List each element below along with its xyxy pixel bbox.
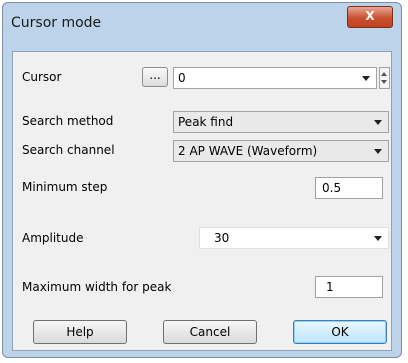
close-button[interactable]: X	[347, 6, 393, 28]
minimum-step-field[interactable]: 0.5	[315, 177, 383, 199]
search-channel-select[interactable]: 2 AP WAVE (Waveform)	[173, 140, 389, 162]
search-method-label: Search method	[22, 114, 114, 128]
spin-up-icon[interactable]	[381, 72, 387, 76]
cursor-mode-dialog: Cursor mode X Cursor ... 0 Search method…	[2, 2, 402, 358]
amplitude-label: Amplitude	[22, 231, 84, 245]
cursor-spinner[interactable]	[379, 67, 390, 89]
dialog-title: Cursor mode	[11, 15, 102, 31]
max-width-label: Maximum width for peak	[22, 280, 172, 294]
amplitude-select[interactable]: 30	[199, 227, 389, 249]
cursor-browse-button[interactable]: ...	[142, 67, 168, 87]
max-width-value: 1	[326, 280, 334, 294]
search-method-value: Peak find	[178, 115, 234, 129]
max-width-field[interactable]: 1	[315, 276, 383, 298]
amplitude-value: 30	[214, 231, 230, 245]
dialog-body: Cursor ... 0 Search method Peak find Sea…	[12, 51, 392, 351]
chevron-down-icon	[374, 236, 382, 241]
cursor-label: Cursor	[22, 70, 62, 84]
ok-button[interactable]: OK	[293, 320, 387, 344]
chevron-down-icon	[362, 76, 370, 81]
cancel-button[interactable]: Cancel	[163, 320, 257, 344]
ellipsis-icon: ...	[149, 68, 161, 82]
cursor-select[interactable]: 0	[173, 67, 377, 89]
chevron-down-icon	[374, 149, 382, 154]
spin-down-icon[interactable]	[381, 80, 387, 84]
minimum-step-label: Minimum step	[22, 180, 108, 194]
search-channel-label: Search channel	[22, 143, 115, 157]
chevron-down-icon	[374, 120, 382, 125]
cursor-select-value: 0	[178, 71, 186, 85]
minimum-step-value: 0.5	[322, 181, 342, 195]
search-channel-value: 2 AP WAVE (Waveform)	[178, 144, 318, 158]
close-icon: X	[365, 9, 375, 23]
search-method-select[interactable]: Peak find	[173, 111, 389, 133]
help-button[interactable]: Help	[33, 320, 127, 344]
